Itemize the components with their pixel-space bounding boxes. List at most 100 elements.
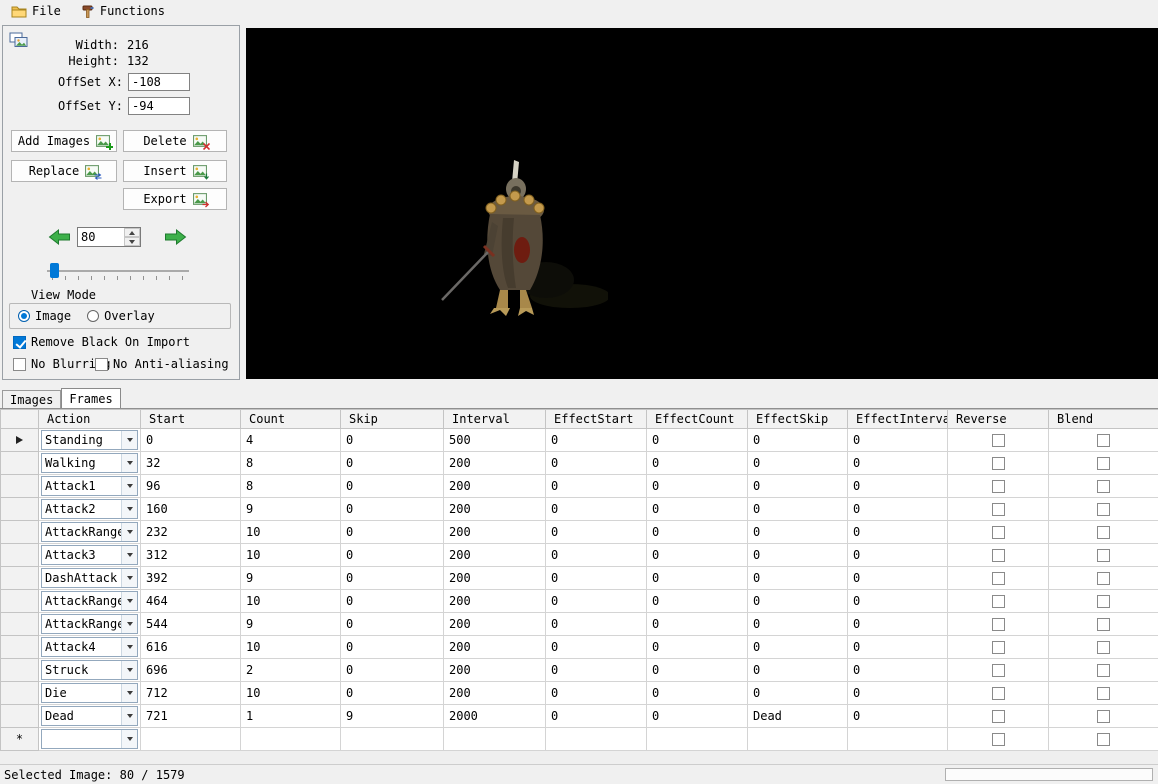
row-header[interactable] [0, 635, 39, 659]
count-cell[interactable]: 1 [240, 704, 341, 728]
skip-cell[interactable]: 0 [340, 681, 444, 705]
interval-cell[interactable]: 200 [443, 497, 546, 521]
chevron-down-icon[interactable] [121, 477, 137, 495]
start-cell[interactable]: 232 [140, 520, 241, 544]
blend-checkbox[interactable] [1097, 733, 1110, 746]
delete-button[interactable]: Delete [123, 130, 227, 152]
action-combobox[interactable]: Attack4 [41, 637, 138, 657]
reverse-checkbox[interactable] [991, 595, 1005, 608]
chevron-down-icon[interactable] [121, 638, 137, 656]
blend-checkbox[interactable] [1097, 526, 1110, 539]
row-header[interactable] [0, 474, 39, 498]
action-combobox[interactable]: Walking [41, 453, 138, 473]
blend-checkbox[interactable] [1097, 687, 1110, 700]
effect-count-cell[interactable] [646, 727, 748, 751]
skip-cell[interactable]: 0 [340, 474, 444, 498]
effect-interval-cell[interactable]: 0 [847, 612, 948, 636]
effect-count-cell[interactable]: 0 [646, 658, 748, 682]
start-cell[interactable]: 0 [140, 428, 241, 452]
chevron-down-icon[interactable] [121, 546, 137, 564]
interval-cell[interactable]: 200 [443, 520, 546, 544]
effect-count-cell[interactable]: 0 [646, 681, 748, 705]
effect-start-cell[interactable]: 0 [545, 543, 647, 567]
reverse-checkbox[interactable] [991, 710, 1005, 723]
row-header[interactable] [0, 497, 39, 521]
interval-cell[interactable]: 200 [443, 612, 546, 636]
skip-cell[interactable]: 0 [340, 635, 444, 659]
blend-checkbox[interactable] [1097, 595, 1110, 608]
reverse-checkbox[interactable] [991, 549, 1005, 562]
chevron-down-icon[interactable] [121, 523, 137, 541]
reverse-checkbox[interactable] [991, 641, 1005, 654]
new-row-header[interactable]: * [0, 727, 39, 751]
col-header-skip[interactable]: Skip [340, 409, 444, 429]
count-cell[interactable]: 4 [240, 428, 341, 452]
skip-cell[interactable]: 0 [340, 589, 444, 613]
effect-start-cell[interactable]: 0 [545, 428, 647, 452]
effect-count-cell[interactable]: 0 [646, 520, 748, 544]
start-cell[interactable]: 96 [140, 474, 241, 498]
interval-cell[interactable]: 200 [443, 658, 546, 682]
interval-cell[interactable]: 2000 [443, 704, 546, 728]
start-cell[interactable]: 712 [140, 681, 241, 705]
effect-start-cell[interactable]: 0 [545, 520, 647, 544]
count-cell[interactable]: 10 [240, 520, 341, 544]
effect-skip-cell[interactable]: 0 [747, 428, 848, 452]
reverse-checkbox[interactable] [991, 503, 1005, 516]
effect-start-cell[interactable]: 0 [545, 658, 647, 682]
effect-count-cell[interactable]: 0 [646, 635, 748, 659]
row-header[interactable] [0, 704, 39, 728]
interval-cell[interactable]: 200 [443, 543, 546, 567]
export-button[interactable]: Export [123, 188, 227, 210]
effect-start-cell[interactable] [545, 727, 647, 751]
chevron-down-icon[interactable] [121, 454, 137, 472]
skip-cell[interactable] [340, 727, 444, 751]
effect-count-cell[interactable]: 0 [646, 451, 748, 475]
interval-cell[interactable] [443, 727, 546, 751]
chevron-down-icon[interactable] [121, 615, 137, 633]
skip-cell[interactable]: 0 [340, 428, 444, 452]
col-header-action[interactable]: Action [38, 409, 141, 429]
effect-count-cell[interactable]: 0 [646, 474, 748, 498]
interval-cell[interactable]: 200 [443, 474, 546, 498]
effect-skip-cell[interactable]: 0 [747, 635, 848, 659]
col-header-effectcount[interactable]: EffectCount [646, 409, 748, 429]
effect-skip-cell[interactable]: 0 [747, 520, 848, 544]
replace-button[interactable]: Replace [11, 160, 117, 182]
reverse-checkbox[interactable] [991, 526, 1005, 539]
blend-checkbox[interactable] [1097, 480, 1110, 493]
effect-skip-cell[interactable]: 0 [747, 543, 848, 567]
effect-start-cell[interactable]: 0 [545, 635, 647, 659]
col-header-effectskip[interactable]: EffectSkip [747, 409, 848, 429]
effect-start-cell[interactable]: 0 [545, 474, 647, 498]
effect-interval-cell[interactable] [847, 727, 948, 751]
action-combobox[interactable]: DashAttack [41, 568, 138, 588]
count-cell[interactable]: 10 [240, 681, 341, 705]
add-images-button[interactable]: Add Images [11, 130, 117, 152]
count-cell[interactable]: 10 [240, 635, 341, 659]
blend-checkbox[interactable] [1097, 434, 1110, 447]
blend-checkbox[interactable] [1097, 618, 1110, 631]
effect-skip-cell[interactable] [747, 727, 848, 751]
effect-skip-cell[interactable]: 0 [747, 589, 848, 613]
tab-frames[interactable]: Frames [61, 388, 121, 408]
reverse-checkbox[interactable] [991, 618, 1005, 631]
view-mode-radio-image[interactable] [18, 310, 30, 322]
chevron-down-icon[interactable] [121, 569, 137, 587]
spin-up-icon[interactable] [124, 228, 140, 237]
blend-checkbox[interactable] [1097, 503, 1110, 516]
tab-images[interactable]: Images [2, 390, 62, 408]
spin-down-icon[interactable] [124, 237, 140, 246]
row-header[interactable] [0, 428, 39, 452]
effect-skip-cell[interactable]: 0 [747, 681, 848, 705]
effect-start-cell[interactable]: 0 [545, 589, 647, 613]
reverse-checkbox[interactable] [991, 572, 1005, 585]
chevron-down-icon[interactable] [121, 592, 137, 610]
count-cell[interactable]: 8 [240, 451, 341, 475]
effect-interval-cell[interactable]: 0 [847, 658, 948, 682]
count-cell[interactable]: 9 [240, 566, 341, 590]
effect-interval-cell[interactable]: 0 [847, 704, 948, 728]
start-cell[interactable]: 32 [140, 451, 241, 475]
effect-interval-cell[interactable]: 0 [847, 681, 948, 705]
skip-cell[interactable]: 0 [340, 566, 444, 590]
